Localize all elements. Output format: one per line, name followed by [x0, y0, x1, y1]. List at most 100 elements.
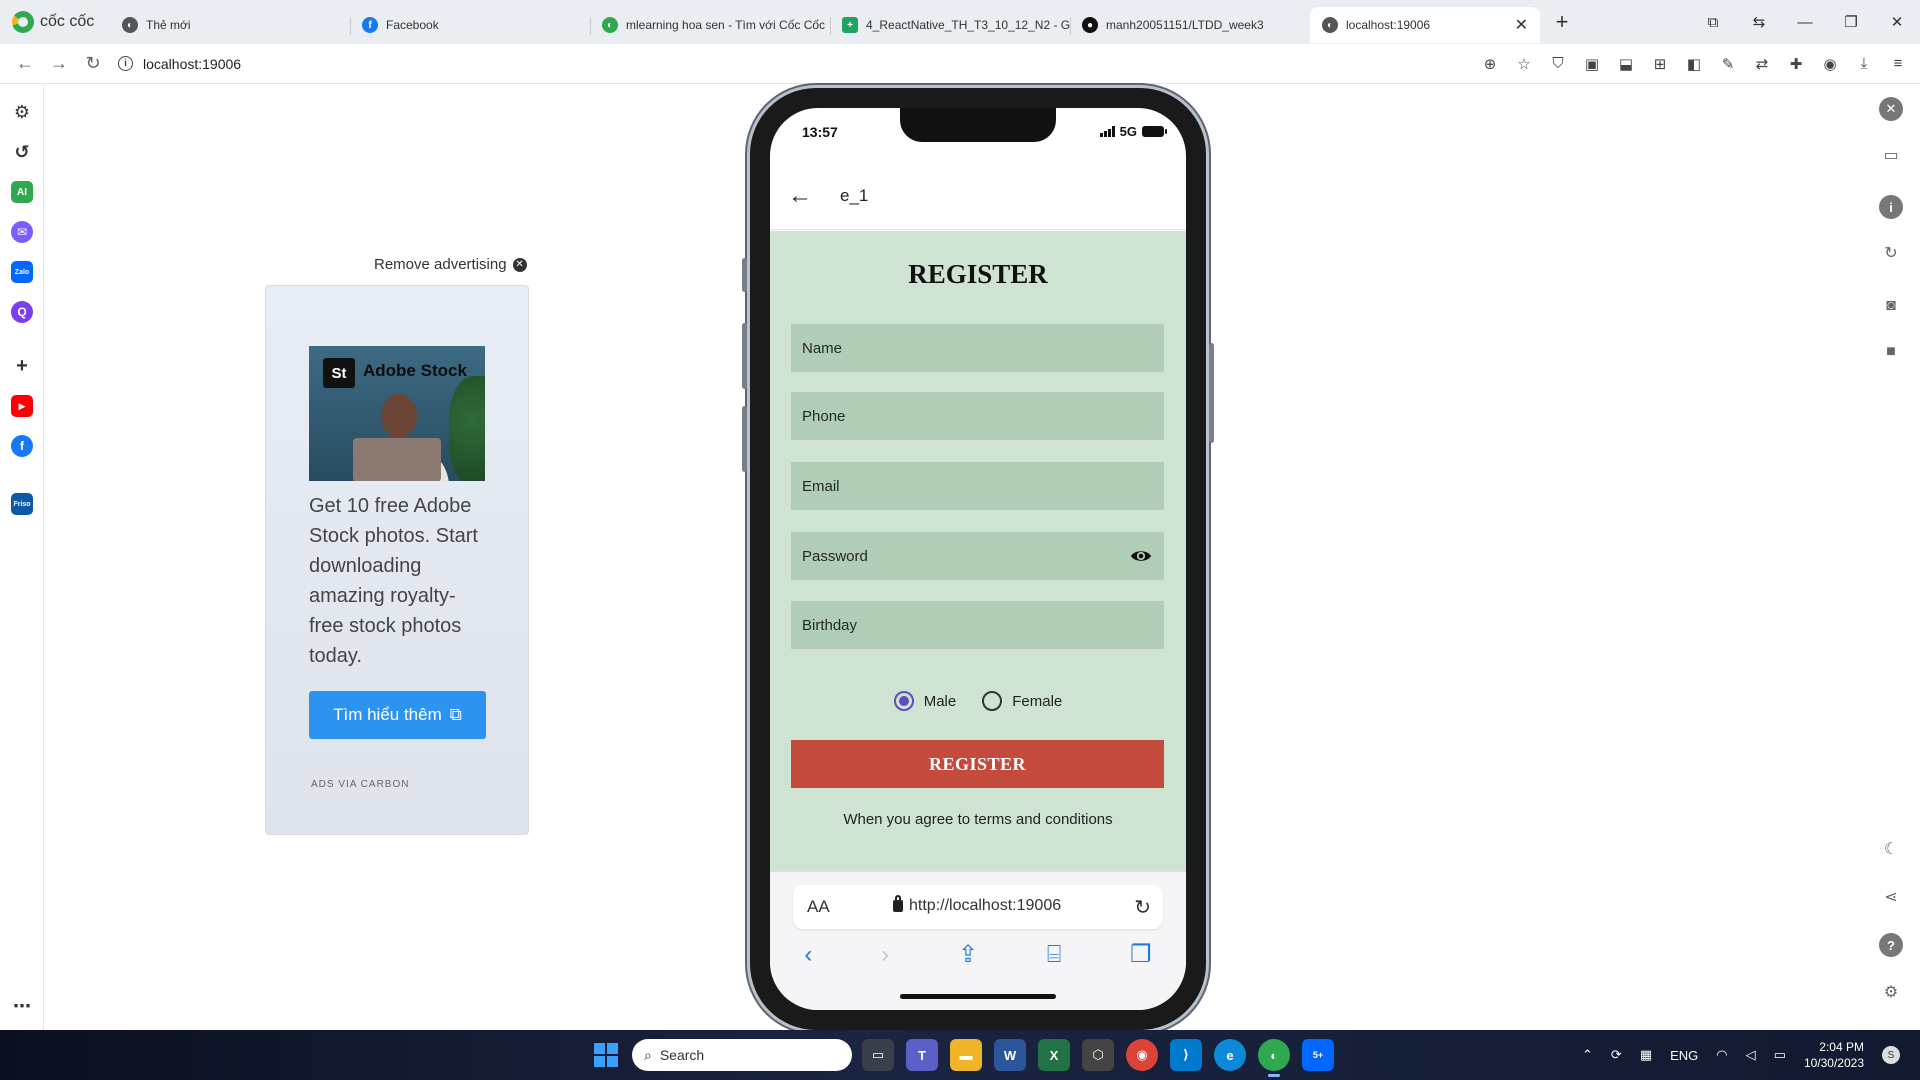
- excel-icon[interactable]: X: [1038, 1039, 1070, 1071]
- rotate-icon[interactable]: ↻: [1879, 241, 1903, 265]
- more-icon[interactable]: ⋯: [11, 995, 33, 1017]
- safari-tabs-icon[interactable]: ❐: [1130, 940, 1152, 969]
- radio-female[interactable]: [982, 691, 1003, 711]
- safari-reload-icon[interactable]: ↻: [1134, 895, 1151, 920]
- tab-localhost[interactable]: ◐ localhost:19006 ✕: [1310, 7, 1540, 43]
- taskbar-clock[interactable]: 2:04 PM 10/30/2023: [1804, 1039, 1864, 1071]
- unity-icon[interactable]: ⬡: [1082, 1039, 1114, 1071]
- taskbar-search[interactable]: ⌕ Search: [632, 1039, 852, 1071]
- wifi-icon[interactable]: ◠: [1716, 1047, 1727, 1063]
- ad-image[interactable]: St Adobe Stock: [309, 346, 485, 481]
- video-camera-icon[interactable]: ■: [1879, 340, 1903, 364]
- ad-via-label[interactable]: ADS VIA CARBON: [311, 779, 409, 790]
- zalo-icon[interactable]: 5+: [1302, 1039, 1334, 1071]
- email-input[interactable]: Email: [791, 462, 1164, 510]
- add-icon[interactable]: +: [11, 355, 33, 377]
- bookmark-star-icon[interactable]: ☆: [1510, 50, 1538, 78]
- tab-search[interactable]: ◐ mlearning hoa sen - Tìm với Cốc Cốc: [590, 7, 830, 43]
- ad-card[interactable]: St Adobe Stock Get 10 free Adobe Stock p…: [265, 285, 529, 835]
- close-circle-icon[interactable]: ✕: [1879, 97, 1903, 121]
- new-tab-button[interactable]: +: [1546, 6, 1578, 38]
- zoom-icon[interactable]: ⊕: [1476, 50, 1504, 78]
- history-icon[interactable]: ↺: [11, 141, 33, 163]
- puzzle-icon[interactable]: ✚: [1782, 50, 1810, 78]
- facebook-icon[interactable]: f: [11, 435, 33, 457]
- safari-share-icon[interactable]: ⇪: [958, 940, 978, 969]
- safari-bookmarks-icon[interactable]: ⌸: [1047, 941, 1061, 969]
- coccoc-icon[interactable]: ◐: [1258, 1039, 1290, 1077]
- safari-url-bar[interactable]: AA http://localhost:19006 ↻: [793, 885, 1163, 929]
- site-info-icon[interactable]: i: [118, 56, 133, 71]
- remove-advertising-link[interactable]: Remove advertising ✕: [374, 256, 527, 273]
- battery-icon[interactable]: ▭: [1774, 1047, 1786, 1063]
- keyboard-icon[interactable]: ▦: [1640, 1047, 1652, 1063]
- zalo-icon[interactable]: Zalo: [11, 261, 33, 283]
- safari-forward-icon[interactable]: ›: [881, 941, 889, 969]
- youtube-icon[interactable]: ▶: [11, 395, 33, 417]
- settings-gear-icon[interactable]: ⚙: [1879, 980, 1903, 1004]
- gender-male-option[interactable]: Male: [893, 691, 956, 711]
- dark-mode-moon-icon[interactable]: ☾: [1879, 837, 1903, 861]
- extension-icon[interactable]: ▣: [1578, 50, 1606, 78]
- eye-icon[interactable]: [1130, 545, 1152, 567]
- tab-google-sheets[interactable]: + 4_ReactNative_TH_T3_10_12_N2 - Gc: [830, 7, 1070, 43]
- password-input[interactable]: Password: [791, 532, 1164, 580]
- phone-input[interactable]: Phone: [791, 392, 1164, 440]
- volume-icon[interactable]: ◁: [1746, 1047, 1756, 1063]
- messenger-icon[interactable]: ✉: [11, 221, 33, 243]
- back-icon[interactable]: ←: [8, 48, 42, 80]
- info-icon[interactable]: i: [1879, 195, 1903, 219]
- extension-icon[interactable]: ⊞: [1646, 50, 1674, 78]
- menu-icon[interactable]: ≡: [1884, 50, 1912, 78]
- friso-icon[interactable]: Friso: [11, 493, 33, 515]
- gender-female-option[interactable]: Female: [982, 691, 1062, 711]
- translate-icon[interactable]: ⇄: [1748, 50, 1776, 78]
- extension-icon[interactable]: ✎: [1714, 50, 1742, 78]
- sync-icon[interactable]: ⟳: [1611, 1047, 1622, 1063]
- share-icon[interactable]: ⋖: [1879, 885, 1903, 909]
- birthday-input[interactable]: Birthday: [791, 601, 1164, 649]
- chevron-up-icon[interactable]: ⌃: [1582, 1047, 1593, 1063]
- word-icon[interactable]: W: [994, 1039, 1026, 1071]
- ad-text[interactable]: Get 10 free Adobe Stock photos. Start do…: [309, 491, 489, 671]
- extension-icon[interactable]: ⬓: [1612, 50, 1640, 78]
- tab-facebook[interactable]: f Facebook: [350, 7, 590, 43]
- avatar[interactable]: S: [1882, 1046, 1900, 1064]
- settings-gear-icon[interactable]: ⚙: [11, 101, 33, 123]
- q-app-icon[interactable]: Q: [11, 301, 33, 323]
- ai-icon[interactable]: AI: [11, 181, 33, 203]
- tab-new-tab[interactable]: ◐ Thẻ mới: [110, 7, 350, 43]
- language-indicator[interactable]: ENG: [1670, 1048, 1698, 1063]
- tab-close-icon[interactable]: ✕: [1515, 15, 1528, 35]
- close-window-icon[interactable]: ✕: [1874, 13, 1920, 31]
- edge-icon[interactable]: e: [1214, 1039, 1246, 1071]
- help-icon[interactable]: ?: [1879, 933, 1903, 957]
- windows-start-icon[interactable]: [594, 1043, 618, 1067]
- reload-icon[interactable]: ↻: [76, 48, 110, 80]
- register-button[interactable]: REGISTER: [791, 740, 1164, 788]
- chrome-icon[interactable]: ◉: [1126, 1039, 1158, 1071]
- camera-icon[interactable]: ◙: [1879, 294, 1903, 318]
- minimize-icon[interactable]: —: [1782, 14, 1828, 31]
- text-size-button[interactable]: AA: [807, 897, 830, 917]
- safari-back-icon[interactable]: ‹: [804, 941, 812, 969]
- file-explorer-icon[interactable]: ▬: [950, 1039, 982, 1071]
- teams-icon[interactable]: T: [906, 1039, 938, 1071]
- forward-icon[interactable]: →: [42, 48, 76, 80]
- download-icon[interactable]: ⤓: [1850, 50, 1878, 78]
- restore-icon[interactable]: ❐: [1828, 13, 1874, 31]
- tab-search-icon[interactable]: ⧉: [1690, 14, 1736, 31]
- ad-learn-more-button[interactable]: Tìm hiểu thêm ⧉: [309, 691, 486, 739]
- address-bar[interactable]: i localhost:19006: [118, 48, 1408, 80]
- tab-github[interactable]: ● manh20051151/LTDD_week3: [1070, 7, 1310, 43]
- profile-icon[interactable]: ◉: [1816, 50, 1844, 78]
- radio-male[interactable]: [893, 691, 914, 711]
- responsive-devices-icon[interactable]: ▭: [1879, 143, 1903, 167]
- back-forward-icon[interactable]: ⇆: [1736, 13, 1782, 31]
- adblock-icon[interactable]: ⛉: [1544, 50, 1572, 78]
- home-indicator[interactable]: [900, 994, 1056, 999]
- browser-brand[interactable]: cốc cốc: [0, 11, 110, 33]
- vscode-icon[interactable]: ⟩: [1170, 1039, 1202, 1071]
- back-arrow-icon[interactable]: ←: [788, 182, 818, 210]
- extension-icon[interactable]: ◧: [1680, 50, 1708, 78]
